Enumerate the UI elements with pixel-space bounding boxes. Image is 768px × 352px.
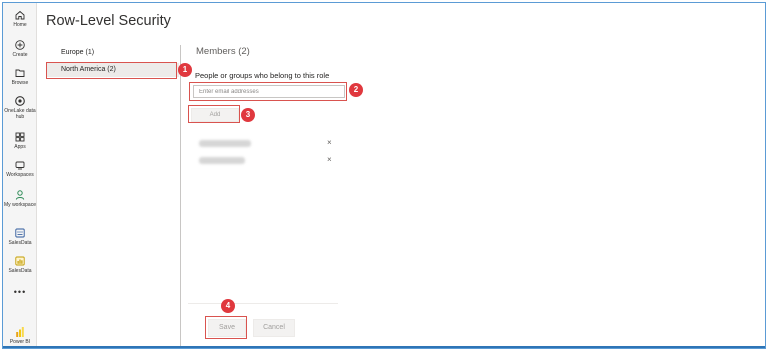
nav-salesdata-dataset[interactable]: SalesData [3, 227, 37, 246]
nav-salesdata-dataset-label: SalesData [8, 240, 32, 246]
callout-highlight-role [46, 62, 177, 79]
dataset-icon [14, 227, 26, 239]
left-nav-rail: Home Create Browse OneLake data hub Apps [3, 3, 37, 348]
member-name-redacted [199, 157, 245, 164]
nav-home[interactable]: Home [3, 9, 37, 28]
nav-workspaces[interactable]: Workspaces [3, 159, 37, 178]
cancel-button[interactable]: Cancel [253, 319, 295, 337]
members-title: Members (2) [196, 46, 250, 57]
nav-apps-label: Apps [14, 144, 26, 150]
footer-divider [188, 303, 338, 304]
remove-member-icon[interactable]: × [327, 138, 332, 147]
report-icon [14, 255, 26, 267]
callout-badge-4: 4 [221, 299, 235, 313]
nav-create[interactable]: Create [3, 39, 37, 58]
window-bottom-bar [3, 346, 765, 348]
nav-create-label: Create [12, 52, 28, 58]
nav-onelake[interactable]: OneLake data hub [3, 95, 37, 120]
nav-home-label: Home [13, 22, 27, 28]
nav-my-workspace[interactable]: My workspace [3, 189, 37, 208]
powerbi-label: Power BI [9, 339, 31, 345]
browse-icon [14, 67, 26, 79]
more-icon[interactable]: ••• [3, 287, 37, 297]
page-title: Row-Level Security [46, 13, 171, 29]
nav-salesdata-report-label: SalesData [8, 268, 32, 274]
nav-browse[interactable]: Browse [3, 67, 37, 86]
callout-highlight-save [205, 316, 247, 339]
apps-icon [14, 131, 26, 143]
nav-browse-label: Browse [11, 80, 29, 86]
nav-apps[interactable]: Apps [3, 131, 37, 150]
powerbi-icon [14, 326, 26, 338]
member-name-redacted [199, 140, 251, 147]
app-window: Home Create Browse OneLake data hub Apps [2, 2, 766, 349]
member-row: × [199, 155, 339, 166]
members-field-label: People or groups who belong to this role [195, 71, 330, 80]
powerbi-logo[interactable]: Power BI [3, 326, 37, 345]
callout-badge-1: 1 [178, 63, 192, 77]
home-icon [14, 9, 26, 21]
role-item-europe[interactable]: Europe (1) [47, 46, 179, 60]
callout-badge-2: 2 [349, 83, 363, 97]
onelake-icon [14, 95, 26, 107]
callout-highlight-email [189, 82, 347, 101]
nav-onelake-label: OneLake data hub [4, 108, 36, 120]
create-icon [14, 39, 26, 51]
callout-highlight-add [188, 105, 240, 123]
nav-workspaces-label: Workspaces [6, 172, 34, 178]
nav-my-workspace-label: My workspace [4, 202, 36, 208]
person-icon [14, 189, 26, 201]
callout-badge-3: 3 [241, 108, 255, 122]
panel-divider [180, 45, 181, 348]
remove-member-icon[interactable]: × [327, 155, 332, 164]
workspaces-icon [14, 159, 26, 171]
nav-salesdata-report[interactable]: SalesData [3, 255, 37, 274]
member-row: × [199, 138, 339, 149]
